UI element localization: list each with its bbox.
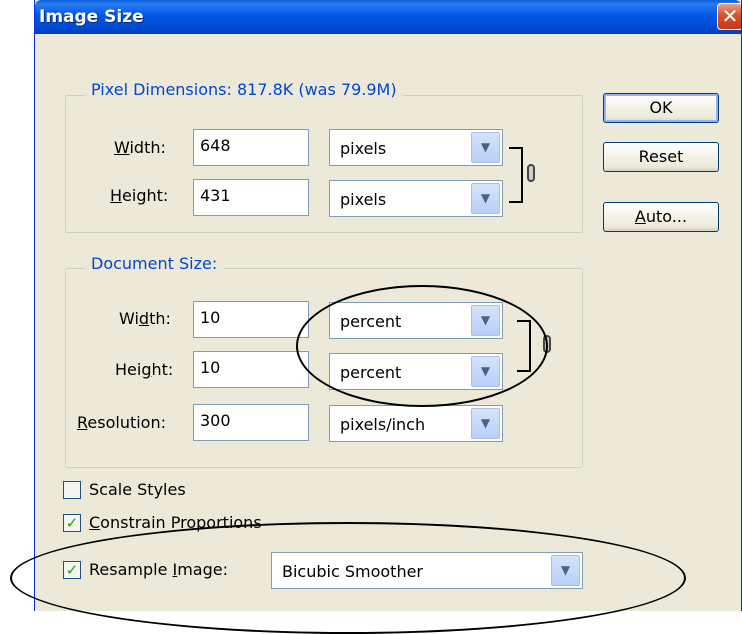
doc-constrain-bracket: [517, 320, 531, 372]
image-size-dialog: Image Size ✕ Pixel Dimensions: 817.8K (w…: [34, 0, 742, 611]
pixel-constrain-bracket: [509, 147, 523, 203]
doc-height-unit-select[interactable]: percent ▼: [329, 353, 503, 390]
resample-method-value: Bicubic Smoother: [282, 562, 423, 581]
pixel-dimensions-legend: Pixel Dimensions: 817.8K (was 79.9M): [85, 80, 403, 99]
document-size-legend: Document Size:: [85, 254, 224, 273]
pixel-height-unit-value: pixels: [340, 190, 387, 209]
doc-height-label: Height:: [115, 360, 174, 379]
constrain-proportions-label[interactable]: Constrain Proportions: [89, 513, 262, 532]
chevron-down-icon[interactable]: ▼: [471, 356, 500, 387]
chevron-down-icon[interactable]: ▼: [471, 408, 500, 439]
pixel-dimensions-group: [65, 95, 583, 233]
doc-width-label: Width:: [119, 309, 171, 328]
link-icon: [543, 335, 551, 353]
chevron-down-icon[interactable]: ▼: [471, 183, 500, 214]
pixel-height-input[interactable]: 431: [193, 179, 309, 216]
constrain-proportions-checkbox[interactable]: ✓: [63, 514, 81, 532]
chevron-down-icon[interactable]: ▼: [471, 305, 500, 336]
checkmark-icon: ✓: [65, 514, 79, 532]
resolution-unit-select[interactable]: pixels/inch ▼: [329, 405, 503, 442]
title-bar[interactable]: Image Size ✕: [35, 0, 741, 34]
resample-method-select[interactable]: Bicubic Smoother ▼: [271, 552, 583, 589]
close-icon: ✕: [721, 4, 739, 28]
pixel-width-input[interactable]: 648: [193, 129, 309, 166]
doc-width-unit-value: percent: [340, 312, 402, 331]
pixel-width-unit-select[interactable]: pixels ▼: [329, 129, 503, 166]
dialog-title: Image Size: [39, 7, 144, 27]
checkmark-icon: ✓: [65, 561, 79, 579]
doc-width-unit-select[interactable]: percent ▼: [329, 302, 503, 339]
doc-height-unit-value: percent: [340, 363, 402, 382]
reset-button[interactable]: Reset: [603, 142, 719, 172]
close-button[interactable]: ✕: [717, 3, 741, 30]
ok-button[interactable]: OK: [603, 93, 719, 123]
chevron-down-icon[interactable]: ▼: [551, 555, 580, 586]
pixel-width-unit-value: pixels: [340, 139, 387, 158]
doc-width-input[interactable]: 10: [193, 301, 309, 338]
resample-image-label[interactable]: Resample Image:: [89, 560, 228, 579]
pixel-height-unit-select[interactable]: pixels ▼: [329, 180, 503, 217]
pixel-width-label: Width:: [114, 138, 166, 157]
resolution-label: Resolution:: [77, 413, 166, 432]
chevron-down-icon[interactable]: ▼: [471, 132, 500, 163]
scale-styles-checkbox[interactable]: [63, 481, 81, 499]
pixel-height-label: Height:: [110, 186, 169, 205]
scale-styles-label[interactable]: Scale Styles: [89, 480, 186, 499]
auto-button[interactable]: Auto...: [603, 202, 719, 232]
resolution-input[interactable]: 300: [193, 404, 309, 441]
resolution-unit-value: pixels/inch: [340, 415, 426, 434]
doc-height-input[interactable]: 10: [193, 351, 309, 388]
resample-image-checkbox[interactable]: ✓: [63, 561, 81, 579]
link-icon: [527, 164, 535, 182]
